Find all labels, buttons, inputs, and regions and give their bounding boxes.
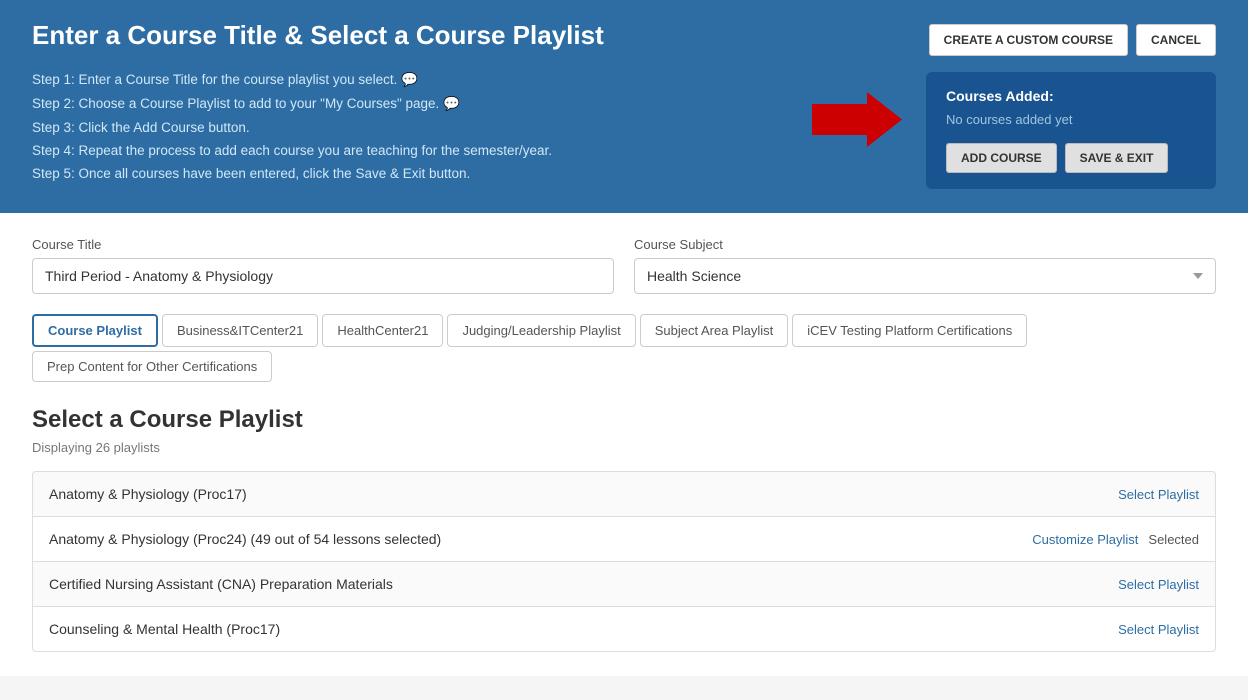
select-playlist-button[interactable]: Select Playlist [1118,487,1199,502]
cancel-button[interactable]: CANCEL [1136,24,1216,56]
top-buttons: CREATE A CUSTOM COURSE CANCEL [929,24,1216,56]
course-title-group: Course Title [32,237,614,294]
playlist-actions: Customize Playlist Selected [1032,532,1199,547]
save-exit-button[interactable]: SAVE & EXIT [1065,143,1169,173]
playlist-item: Certified Nursing Assistant (CNA) Prepar… [32,561,1216,606]
tabs-row: Course PlaylistBusiness&ITCenter21Health… [32,314,1216,382]
step-item: Step 4: Repeat the process to add each c… [32,143,788,158]
right-arrow-icon [812,92,902,147]
select-playlist-button[interactable]: Select Playlist [1118,622,1199,637]
steps-section: Step 1: Enter a Course Title for the cou… [32,72,788,189]
arrow-section [812,72,902,147]
tab-business-it[interactable]: Business&ITCenter21 [162,314,318,347]
playlist-item: Anatomy & Physiology (Proc17) Select Play… [32,471,1216,516]
tab-icev-testing[interactable]: iCEV Testing Platform Certifications [792,314,1027,347]
steps-list: Step 1: Enter a Course Title for the cou… [32,72,788,181]
playlist-name: Certified Nursing Assistant (CNA) Prepar… [49,576,393,592]
select-playlist-button[interactable]: Select Playlist [1118,577,1199,592]
step-item: Step 5: Once all courses have been enter… [32,166,788,181]
playlist-section: Select a Course Playlist Displaying 26 p… [32,406,1216,652]
tab-prep-content[interactable]: Prep Content for Other Certifications [32,351,272,382]
playlist-item: Counseling & Mental Health (Proc17) Selec… [32,606,1216,652]
step-item: Step 1: Enter a Course Title for the cou… [32,72,788,88]
playlist-name: Anatomy & Physiology (Proc24) (49 out of… [49,531,441,547]
selected-label: Selected [1148,532,1199,547]
no-courses-text: No courses added yet [946,112,1196,127]
tab-course-playlist[interactable]: Course Playlist [32,314,158,347]
playlist-actions: Select Playlist [1118,622,1199,637]
course-subject-label: Course Subject [634,237,1216,252]
customize-playlist-button[interactable]: Customize Playlist [1032,532,1138,547]
tab-subject-area[interactable]: Subject Area Playlist [640,314,789,347]
main-content: Course Title Course Subject Health Scien… [0,213,1248,676]
tab-judging-leadership[interactable]: Judging/Leadership Playlist [447,314,635,347]
course-title-input[interactable] [32,258,614,294]
header-section: Enter a Course Title & Select a Course P… [0,0,1248,213]
step-item: Step 2: Choose a Course Playlist to add … [32,96,788,112]
playlist-item: Anatomy & Physiology (Proc24) (49 out of… [32,516,1216,561]
page-title: Enter a Course Title & Select a Course P… [32,20,604,51]
playlist-list: Anatomy & Physiology (Proc17) Select Play… [32,471,1216,652]
step-item: Step 3: Click the Add Course button. [32,120,788,135]
courses-added-label: Courses Added: [946,88,1196,104]
playlist-section-title: Select a Course Playlist [32,406,1216,434]
playlist-actions: Select Playlist [1118,577,1199,592]
courses-added-panel: Courses Added: No courses added yet ADD … [926,72,1216,189]
displaying-count: Displaying 26 playlists [32,440,1216,455]
playlist-name: Anatomy & Physiology (Proc17) [49,486,247,502]
course-title-label: Course Title [32,237,614,252]
page-wrapper: Enter a Course Title & Select a Course P… [0,0,1248,676]
add-course-button[interactable]: ADD COURSE [946,143,1057,173]
playlist-actions: Select Playlist [1118,487,1199,502]
playlist-name: Counseling & Mental Health (Proc17) [49,621,280,637]
tab-health-center[interactable]: HealthCenter21 [322,314,443,347]
create-custom-course-button[interactable]: CREATE A CUSTOM COURSE [929,24,1128,56]
form-row: Course Title Course Subject Health Scien… [32,237,1216,294]
course-subject-select[interactable]: Health Science Business & IT Agriculture [634,258,1216,294]
course-subject-group: Course Subject Health Science Business &… [634,237,1216,294]
